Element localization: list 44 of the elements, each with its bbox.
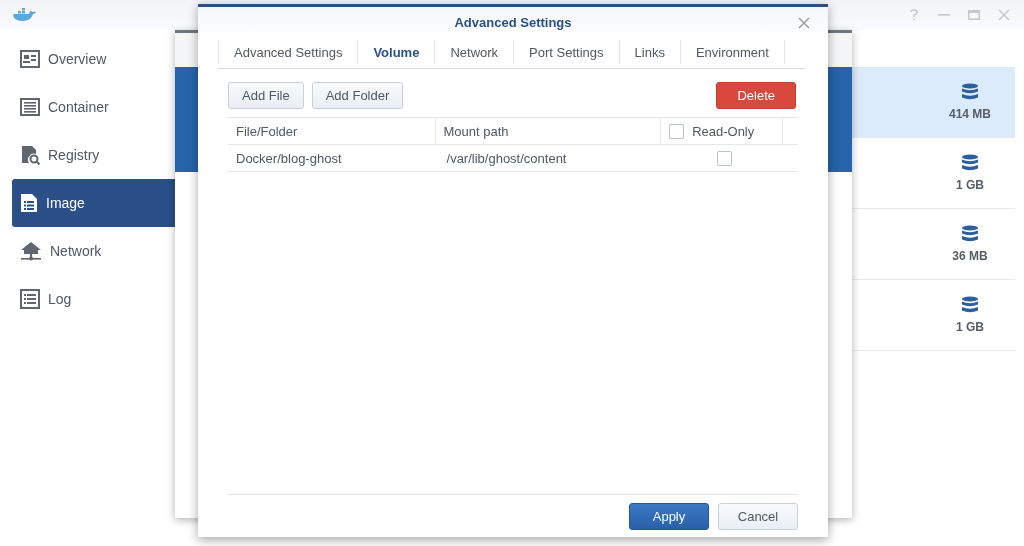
column-header: File/Folder (228, 118, 436, 144)
maximize-icon[interactable] (968, 9, 980, 21)
sidebar-item[interactable]: Log (12, 275, 175, 323)
add-folder-button[interactable]: Add Folder (311, 82, 404, 109)
list-icon (20, 289, 40, 309)
apply-button[interactable]: Apply (629, 502, 709, 530)
help-icon[interactable] (908, 9, 920, 21)
whale-logo-icon (12, 8, 36, 22)
database-icon (961, 154, 979, 172)
sidebar-item[interactable]: Network (12, 227, 175, 275)
id-card-icon (20, 50, 40, 68)
database-icon (961, 296, 979, 314)
add-file-button[interactable]: Add File (228, 82, 304, 109)
database-icon (961, 225, 979, 243)
document-search-icon (20, 145, 40, 165)
table-cell-text: Docker/blog-ghost (235, 149, 343, 168)
tab[interactable]: Links (619, 40, 681, 64)
image-size: 1 GB (956, 320, 984, 334)
column-header: Read-Only (692, 123, 755, 139)
tab[interactable]: Volume (358, 40, 436, 64)
document-list-icon (20, 193, 38, 213)
tab[interactable]: Network (435, 40, 515, 64)
house-network-icon (20, 241, 42, 261)
checkbox[interactable] (717, 150, 733, 166)
close-icon[interactable] (998, 9, 1010, 21)
image-size: 414 MB (949, 107, 991, 121)
sidebar-item[interactable]: Container (12, 83, 175, 131)
tab[interactable]: Port Settings (514, 40, 620, 64)
delete-button[interactable]: Delete (716, 82, 796, 109)
close-icon[interactable] (798, 17, 810, 29)
image-size: 36 MB (952, 249, 988, 263)
container-icon (20, 98, 40, 116)
column-header: Mount path (435, 118, 662, 144)
checkbox[interactable] (669, 123, 685, 139)
sidebar-item[interactable]: Overview (12, 35, 175, 83)
database-icon (961, 83, 979, 101)
sidebar-item[interactable]: Registry (12, 131, 175, 179)
tab[interactable]: Environment (680, 40, 785, 64)
dialog-title: Advanced Settings (454, 15, 572, 30)
tab[interactable]: Advanced Settings (218, 40, 359, 64)
cancel-button[interactable]: Cancel (718, 502, 798, 530)
sidebar-item[interactable]: Image (12, 179, 175, 227)
image-size: 1 GB (956, 178, 984, 192)
table-cell-text: /var/lib/ghost/content (445, 149, 568, 168)
